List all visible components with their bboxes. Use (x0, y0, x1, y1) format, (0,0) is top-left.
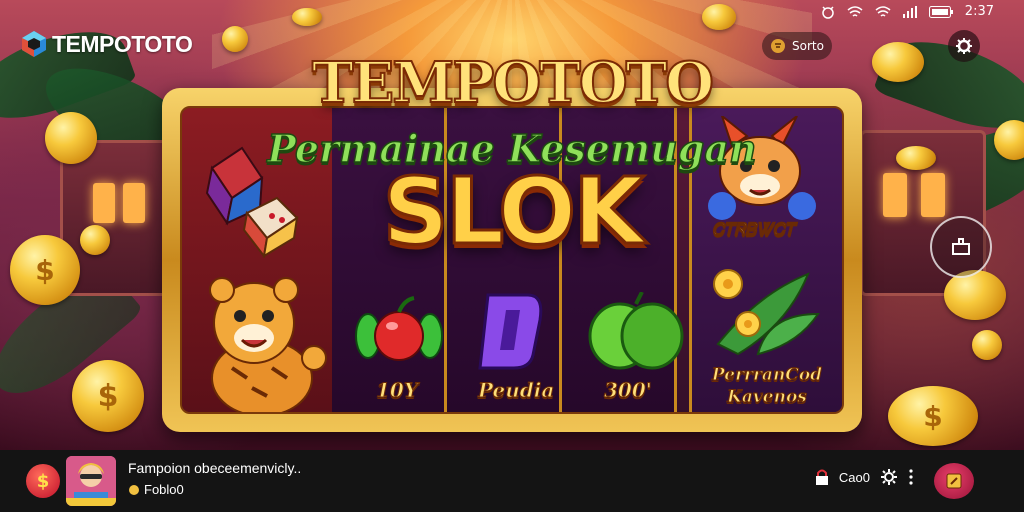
alarm-icon (822, 5, 834, 19)
right-reel-bottom-label: PerrranCod Kavenos (711, 365, 823, 408)
symbol-label-3: 300' (604, 378, 653, 403)
bottom-bar-right-label[interactable]: Cao0 (839, 470, 870, 485)
gold-coin (222, 26, 248, 52)
bottom-bar: $ Fampoion obeceemenvicly.. Foblo0 Cao0 (0, 450, 1024, 512)
bottom-bar-subtitle-text: Foblo0 (144, 482, 184, 497)
game-banner-scene: $ $ $ ᏟᎢᏒᏴᏔᏟᎢ PerrranCod Kavenos 10Y Peu… (0, 0, 1024, 450)
logo-icon (22, 31, 46, 57)
more-vert-icon[interactable] (908, 469, 914, 485)
status-time: 2:37 (964, 4, 994, 19)
settings-button[interactable] (948, 30, 980, 62)
play-button[interactable] (934, 463, 974, 499)
banner-title: TEMPOTOTO (311, 49, 715, 117)
bottom-bar-subtitle: Foblo0 (128, 482, 184, 497)
bottom-bar-actions: Cao0 (815, 468, 914, 486)
play-square-icon (946, 473, 962, 489)
bottom-bar-title[interactable]: Fampoion obeceemenvicly.. (128, 460, 301, 476)
sort-button-label: Sorto (792, 39, 824, 53)
melon-icon (588, 292, 684, 370)
symbol-label-2: Peudia (477, 378, 555, 403)
coin-stack-icon (129, 484, 139, 495)
gold-coin: $ (888, 386, 978, 446)
cast-button[interactable] (930, 216, 992, 278)
coin-symbol: $ (36, 470, 50, 492)
logo-text: TEMPOTOTO (52, 30, 193, 57)
gold-coin (702, 4, 736, 30)
sort-icon (771, 39, 785, 53)
thumbnail-avatar-icon (66, 456, 116, 506)
wifi-icon (875, 5, 891, 17)
letter-d-icon (478, 293, 543, 370)
sort-button[interactable]: Sorto (762, 32, 832, 60)
symbol-label-1: 10Y (375, 378, 419, 403)
signal-icon (902, 5, 917, 18)
gold-coin: $ (72, 360, 144, 432)
battery-icon (928, 5, 953, 18)
tiger-mascot-icon (209, 277, 327, 412)
gold-coin (292, 8, 322, 26)
banner-headline: SLOK (381, 157, 646, 267)
cast-icon (952, 238, 970, 255)
gold-coin (972, 330, 1002, 360)
gear-icon (956, 38, 972, 54)
status-bar: 2:37 (821, 4, 994, 19)
thumbnail-image[interactable] (66, 456, 116, 506)
gear-icon[interactable] (880, 468, 898, 486)
gold-coin (944, 270, 1006, 320)
flower-icon (713, 269, 820, 356)
cherry-icon (355, 296, 443, 361)
coin-button[interactable]: $ (26, 464, 60, 498)
lock-icon[interactable] (815, 468, 829, 486)
app-logo[interactable]: TEMPOTOTO (20, 30, 193, 58)
wifi-icon (847, 5, 863, 17)
